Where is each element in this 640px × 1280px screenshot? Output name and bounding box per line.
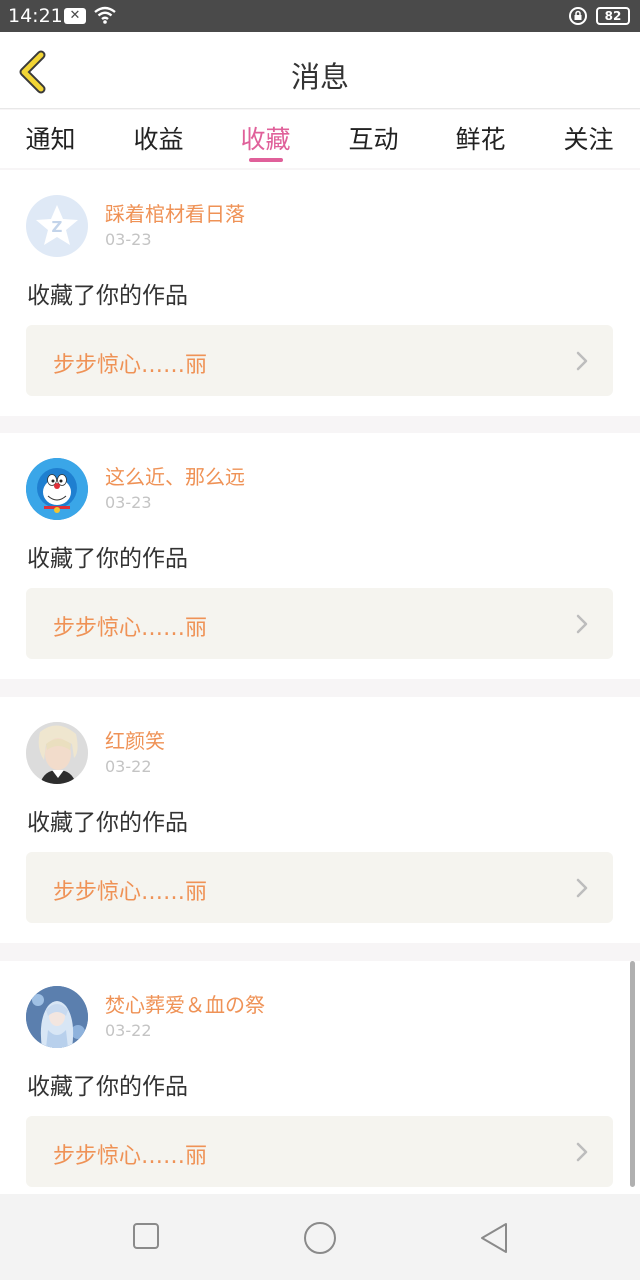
work-title: 步步惊心……丽 [53, 616, 208, 641]
portrait-avatar-icon [26, 722, 88, 784]
rotation-lock-icon [569, 7, 587, 25]
message-card: 红颜笑 03-22 收藏了你的作品 步步惊心……丽 [0, 697, 640, 943]
default-avatar-icon: Z [36, 205, 78, 245]
message-text: 收藏了你的作品 [27, 546, 188, 572]
screen: 14:21 ✕ 82 消息 通知 收益 收藏 互动 鲜花 关注 Z 踩着棺材看日… [0, 0, 640, 1280]
header: 消息 [0, 32, 640, 109]
message-text: 收藏了你的作品 [27, 1074, 188, 1100]
avatar[interactable] [26, 722, 88, 784]
work-title: 步步惊心……丽 [53, 1144, 208, 1169]
message-text: 收藏了你的作品 [27, 810, 188, 836]
tab-bar: 通知 收益 收藏 互动 鲜花 关注 [0, 110, 640, 168]
message-date: 03-23 [105, 230, 152, 249]
status-time: 14:21 [8, 5, 63, 27]
user-name[interactable]: 这么近、那么远 [105, 461, 245, 490]
message-text: 收藏了你的作品 [27, 283, 188, 309]
notification-close-icon: ✕ [64, 8, 86, 24]
chevron-right-icon [576, 351, 588, 371]
battery-indicator: 82 [596, 7, 630, 25]
chevron-right-icon [576, 878, 588, 898]
tab-earnings[interactable]: 收益 [105, 120, 212, 156]
message-date: 03-22 [105, 1021, 152, 1040]
home-icon[interactable] [303, 1221, 337, 1255]
message-card: 这么近、那么远 03-23 收藏了你的作品 步步惊心……丽 [0, 433, 640, 679]
avatar[interactable] [26, 458, 88, 520]
active-tab-indicator [249, 158, 283, 162]
user-name[interactable]: 焚心葬爱＆血の祭 [105, 989, 265, 1018]
svg-text:Z: Z [52, 218, 63, 236]
page-title: 消息 [290, 60, 349, 94]
message-date: 03-22 [105, 757, 152, 776]
work-link[interactable]: 步步惊心……丽 [26, 325, 613, 396]
work-title: 步步惊心……丽 [53, 353, 208, 378]
work-link[interactable]: 步步惊心……丽 [26, 1116, 613, 1187]
recent-apps-icon[interactable] [132, 1221, 160, 1251]
status-bar: 14:21 ✕ 82 [0, 0, 640, 32]
chevron-right-icon [576, 614, 588, 634]
work-title: 步步惊心……丽 [53, 880, 208, 905]
tab-following[interactable]: 关注 [535, 120, 640, 156]
work-link[interactable]: 步步惊心……丽 [26, 852, 613, 923]
work-link[interactable]: 步步惊心……丽 [26, 588, 613, 659]
system-nav-bar [0, 1194, 640, 1280]
message-card: 焚心葬爱＆血の祭 03-22 收藏了你的作品 步步惊心……丽 [0, 961, 640, 1207]
user-name[interactable]: 踩着棺材看日落 [105, 198, 245, 227]
message-date: 03-23 [105, 493, 152, 512]
anime-avatar-icon [26, 986, 88, 1048]
tab-notifications[interactable]: 通知 [0, 120, 104, 156]
tab-interactions[interactable]: 互动 [320, 120, 427, 156]
chevron-right-icon [576, 1142, 588, 1162]
tab-flowers[interactable]: 鲜花 [427, 120, 534, 156]
tab-favorites[interactable]: 收藏 [212, 120, 319, 156]
wifi-icon [94, 6, 116, 24]
doraemon-avatar-icon [26, 458, 88, 520]
user-name[interactable]: 红颜笑 [105, 725, 165, 754]
back-nav-icon[interactable] [478, 1221, 510, 1255]
message-card: Z 踩着棺材看日落 03-23 收藏了你的作品 步步惊心……丽 [0, 170, 640, 416]
avatar[interactable] [26, 986, 88, 1048]
avatar[interactable]: Z [26, 195, 88, 257]
scrollbar[interactable] [630, 961, 635, 1187]
